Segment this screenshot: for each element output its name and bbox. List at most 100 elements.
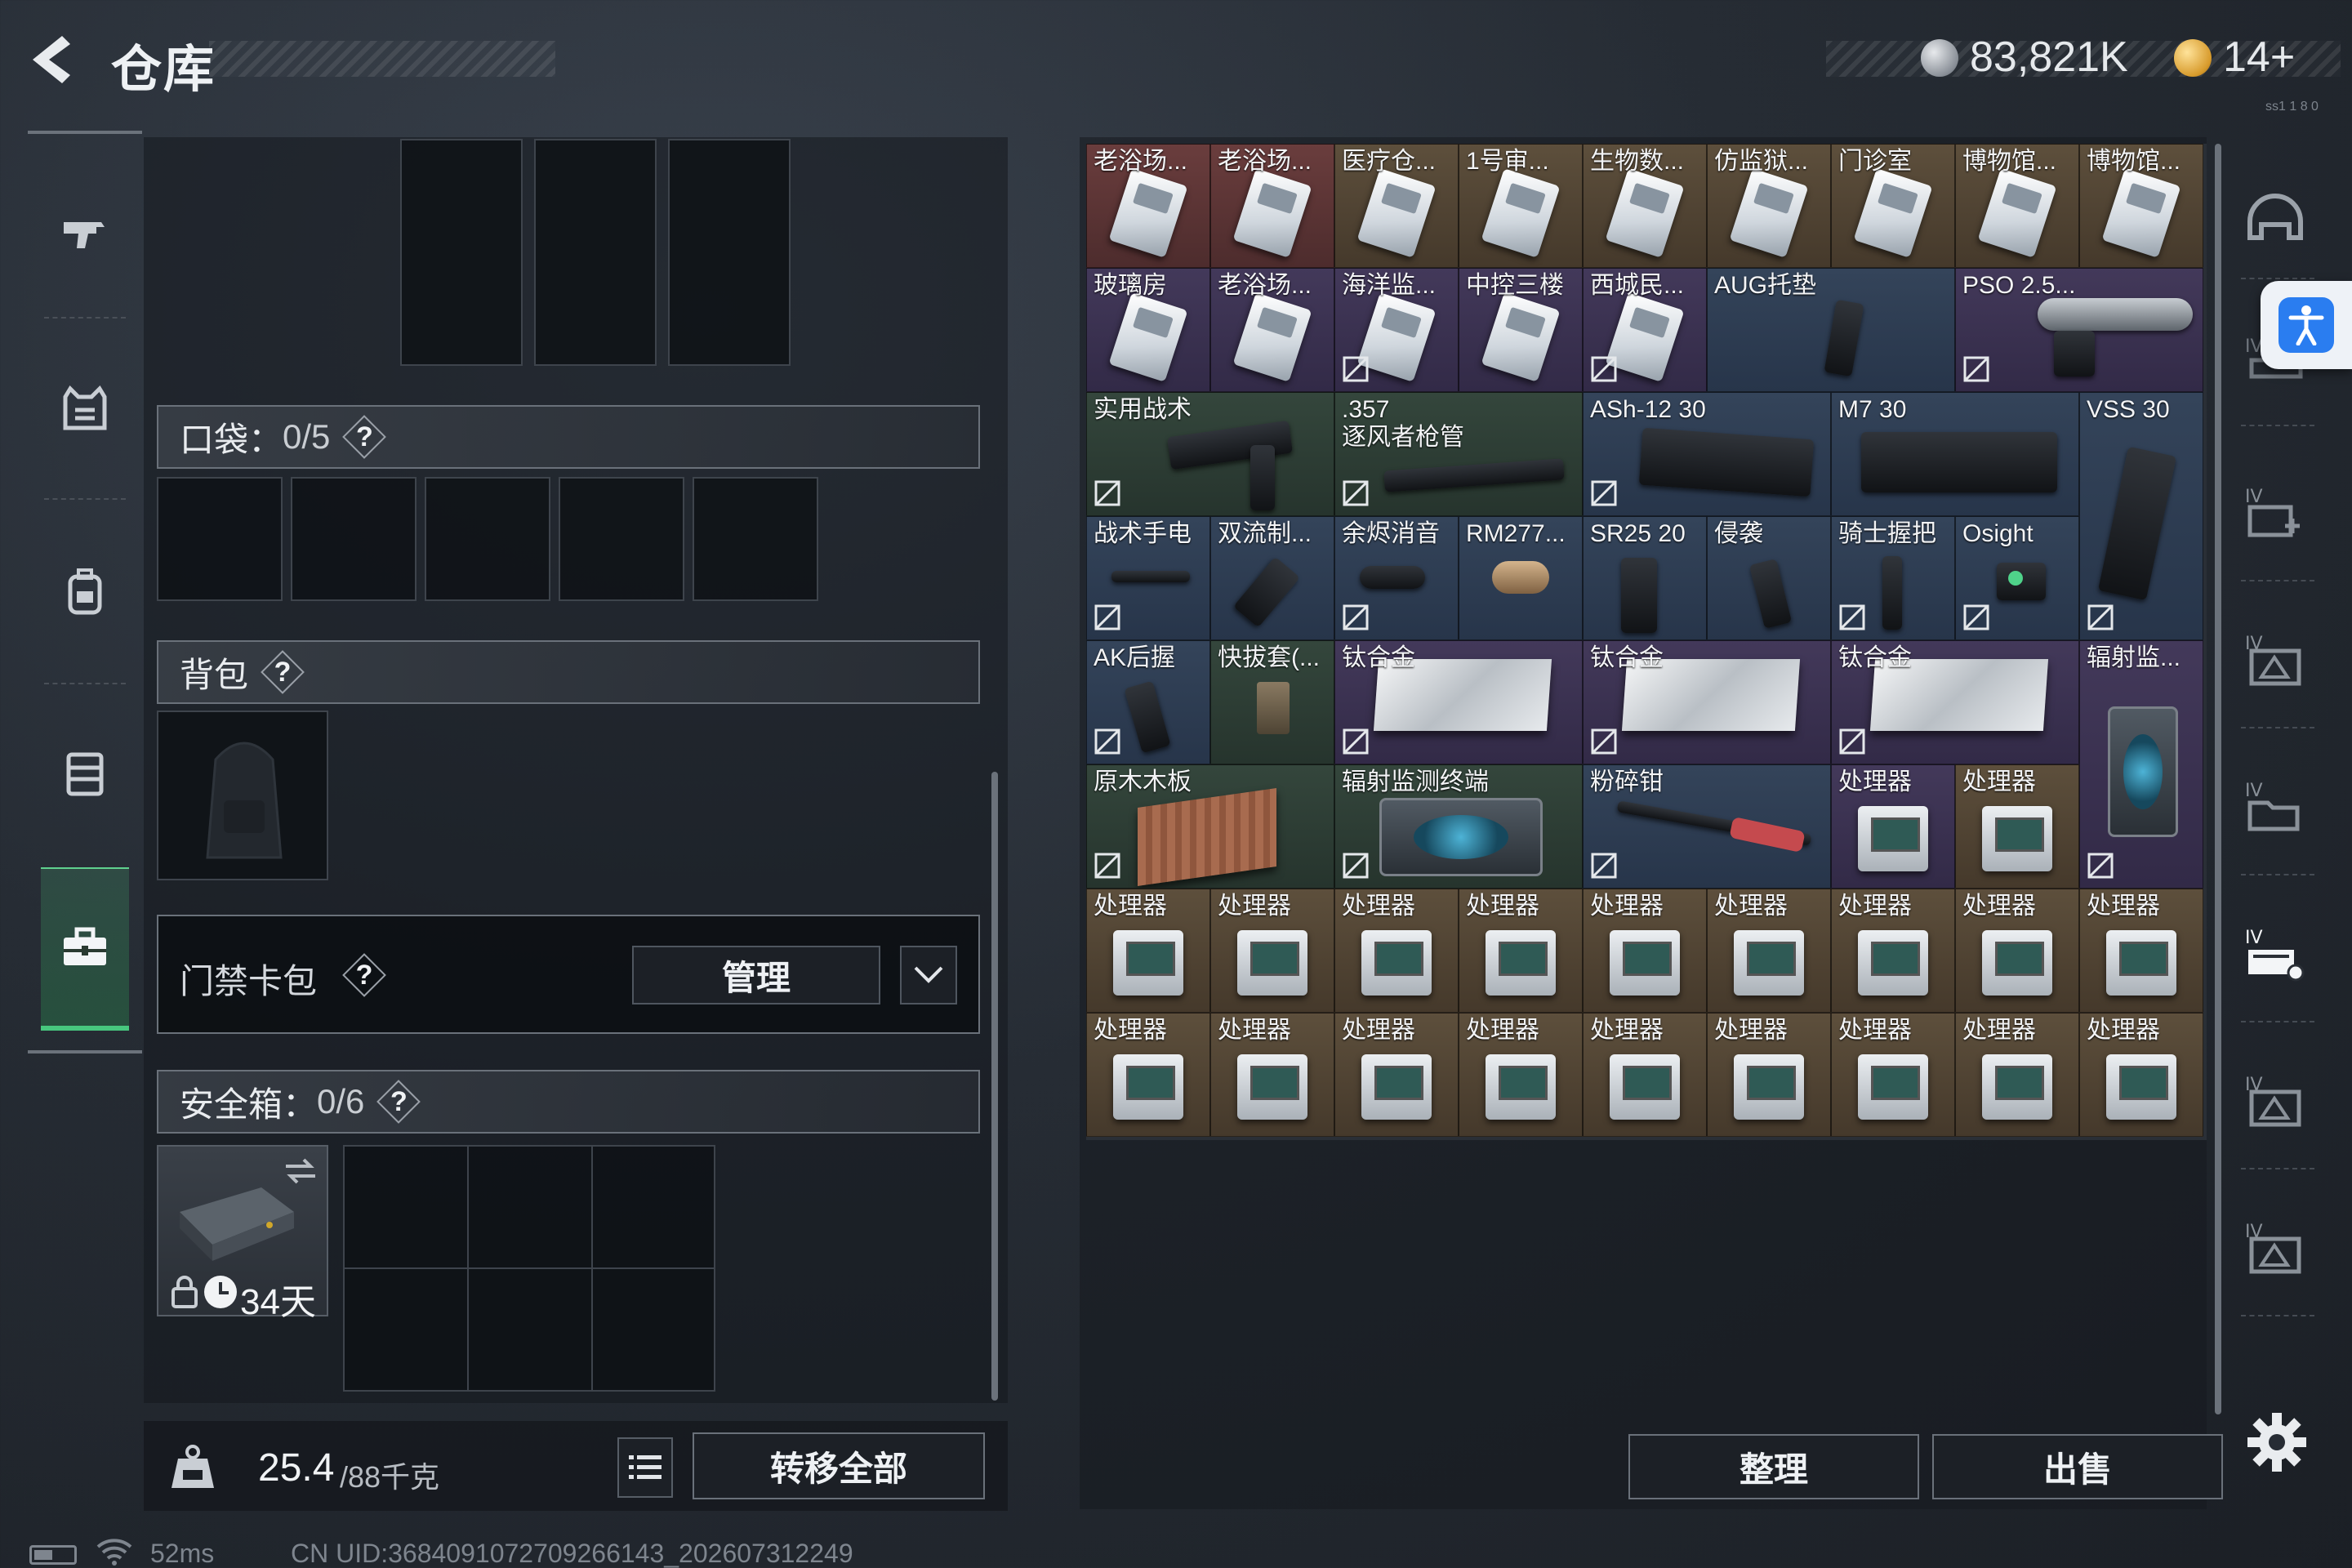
sort-button[interactable]: 整理	[1628, 1434, 1919, 1499]
backpack-slot[interactable]	[157, 710, 328, 880]
storage-scrollbar[interactable]	[2215, 144, 2221, 1414]
item-processor[interactable]: 处理器	[1210, 1013, 1334, 1137]
item-muzzle[interactable]: RM277...	[1459, 516, 1583, 640]
pocket-count: 0/5	[283, 417, 331, 456]
item-grip[interactable]: 侵袭	[1707, 516, 1831, 640]
item-processor[interactable]: 处理器	[2079, 1013, 2203, 1137]
item-barrel[interactable]: .357 逐风者枪管	[1334, 392, 1583, 516]
right-rail-helmet[interactable]	[2236, 181, 2314, 260]
rail-item-chest-rig[interactable]	[28, 691, 142, 854]
item-grip[interactable]: AK后握	[1086, 640, 1210, 764]
rail-item-backpack[interactable]	[28, 510, 142, 673]
item-keycard[interactable]: 生物数...	[1583, 144, 1707, 268]
right-rail-iv-ammo[interactable]: IV	[2236, 621, 2314, 699]
item-magazine[interactable]: SR25 20	[1583, 516, 1707, 640]
rail-item-weapons[interactable]	[28, 150, 142, 314]
item-name: 处理器	[1590, 1017, 1664, 1044]
item-radiation-monitor[interactable]: 辐射监...	[2079, 640, 2203, 889]
secure-case-grid[interactable]	[343, 1145, 715, 1392]
item-keycard[interactable]: 老浴场...	[1210, 144, 1334, 268]
item-keycard[interactable]: 西城民...	[1583, 268, 1707, 392]
item-processor[interactable]: 处理器	[1831, 764, 1955, 889]
pocket-slot[interactable]	[291, 477, 416, 601]
key-card-help-button[interactable]: ?	[345, 956, 384, 995]
item-processor[interactable]: 处理器	[1955, 1013, 2079, 1137]
premium-currency-value[interactable]: 14+	[2223, 33, 2295, 82]
item-processor[interactable]: 处理器	[1831, 889, 1955, 1013]
item-keycard[interactable]: 博物馆...	[2079, 144, 2203, 268]
rail-item-storage[interactable]	[41, 867, 129, 1031]
pocket-slot[interactable]	[425, 477, 550, 601]
item-radiation-terminal[interactable]: 辐射监测终端	[1334, 764, 1583, 889]
item-keycard[interactable]: 老浴场...	[1210, 268, 1334, 392]
item-processor[interactable]: 处理器	[1086, 1013, 1210, 1137]
item-titanium-alloy[interactable]: 钛合金	[1334, 640, 1583, 764]
item-keycard[interactable]: 门诊室	[1831, 144, 1955, 268]
right-rail-iv-keycard[interactable]: IV	[2236, 915, 2314, 993]
pocket-slot[interactable]	[693, 477, 818, 601]
item-magazine[interactable]: M7 30	[1831, 392, 2079, 516]
item-processor[interactable]: 处理器	[2079, 889, 2203, 1013]
item-processor[interactable]: 处理器	[1707, 889, 1831, 1013]
item-magazine[interactable]: ASh-12 30	[1583, 392, 1831, 516]
item-titanium-alloy[interactable]: 钛合金	[1831, 640, 2079, 764]
backpack-help-button[interactable]: ?	[263, 653, 302, 692]
item-processor[interactable]: 处理器	[1583, 1013, 1707, 1137]
transfer-all-button[interactable]: 转移全部	[693, 1432, 985, 1499]
chest-rig-slot[interactable]	[534, 139, 657, 366]
rail-item-armor[interactable]	[28, 327, 142, 490]
item-keycard[interactable]: 海洋监...	[1334, 268, 1459, 392]
equipment-scrollbar[interactable]	[991, 772, 998, 1401]
item-stock[interactable]: AUG托垫	[1707, 268, 1955, 392]
item-processor[interactable]: 处理器	[1459, 1013, 1583, 1137]
pocket-help-button[interactable]: ?	[345, 417, 384, 457]
item-processor[interactable]: 处理器	[1459, 889, 1583, 1013]
key-card-dropdown[interactable]	[900, 946, 957, 1004]
settings-button[interactable]	[2244, 1410, 2310, 1475]
sell-button[interactable]: 出售	[1932, 1434, 2223, 1499]
item-quick-release[interactable]: 快拔套(...	[1210, 640, 1334, 764]
item-titanium-alloy[interactable]: 钛合金	[1583, 640, 1831, 764]
chest-rig-slot[interactable]	[668, 139, 791, 366]
accessibility-button[interactable]	[2261, 281, 2352, 369]
item-keycard[interactable]: 博物馆...	[1955, 144, 2079, 268]
item-processor[interactable]: 处理器	[1210, 889, 1334, 1013]
item-keycard[interactable]: 老浴场...	[1086, 144, 1210, 268]
item-processor[interactable]: 处理器	[1334, 889, 1459, 1013]
secure-case-help-button[interactable]: ?	[379, 1082, 418, 1121]
unbound-icon	[1094, 728, 1120, 755]
manage-button[interactable]: 管理	[632, 946, 880, 1004]
item-keycard[interactable]: 仿监狱...	[1707, 144, 1831, 268]
right-rail-iv-folder[interactable]: IV	[2236, 768, 2314, 846]
item-bolt-cutter[interactable]: 粉碎钳	[1583, 764, 1831, 889]
swap-icon[interactable]	[281, 1155, 320, 1187]
pocket-slot[interactable]	[559, 477, 684, 601]
item-foregrip[interactable]: 骑士握把	[1831, 516, 1955, 640]
item-processor[interactable]: 处理器	[1707, 1013, 1831, 1137]
item-tactical-stock[interactable]: 实用战术	[1086, 392, 1334, 516]
back-button[interactable]	[24, 31, 82, 88]
item-wood-plank[interactable]: 原木木板	[1086, 764, 1334, 889]
item-processor[interactable]: 处理器	[1831, 1013, 1955, 1137]
item-keycard[interactable]: 1号审...	[1459, 144, 1583, 268]
item-processor[interactable]: 处理器	[1086, 889, 1210, 1013]
item-flashlight[interactable]: 战术手电	[1086, 516, 1210, 640]
item-processor[interactable]: 处理器	[1334, 1013, 1459, 1137]
item-processor[interactable]: 处理器	[1955, 764, 2079, 889]
item-keycard[interactable]: 中控三楼	[1459, 268, 1583, 392]
item-keycard[interactable]: 玻璃房	[1086, 268, 1210, 392]
right-rail-iv-ammo-3[interactable]: IV	[2236, 1209, 2314, 1287]
item-suppressor[interactable]: 余烬消音	[1334, 516, 1459, 640]
item-sight[interactable]: Osight	[1955, 516, 2079, 640]
right-rail-iv-ammo-2[interactable]: IV	[2236, 1062, 2314, 1140]
item-magazine[interactable]: VSS 30	[2079, 392, 2203, 640]
item-processor[interactable]: 处理器	[1955, 889, 2079, 1013]
list-view-button[interactable]	[617, 1437, 673, 1498]
pocket-slot[interactable]	[157, 477, 283, 601]
item-scope[interactable]: PSO 2.5...	[1955, 268, 2203, 392]
item-processor[interactable]: 处理器	[1583, 889, 1707, 1013]
item-keycard[interactable]: 医疗仓...	[1334, 144, 1459, 268]
item-muzzle-brake[interactable]: 双流制...	[1210, 516, 1334, 640]
right-rail-iv-medkit[interactable]: IV	[2236, 474, 2314, 552]
chest-rig-slot[interactable]	[400, 139, 523, 366]
